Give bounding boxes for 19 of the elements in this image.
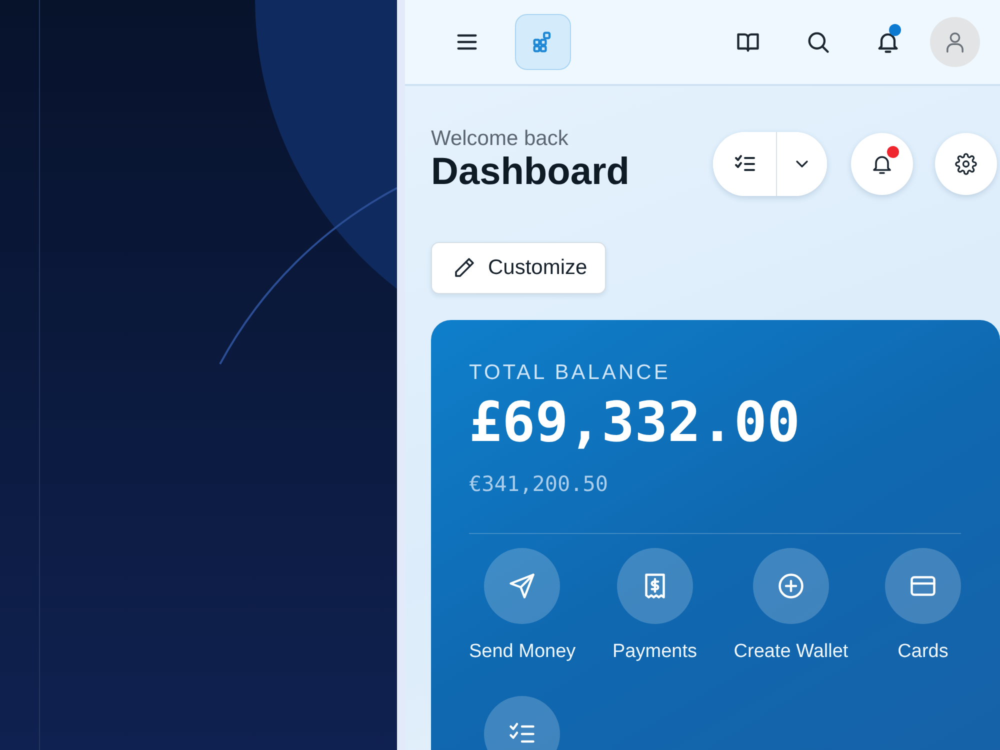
balance-amount: £69,332.00 [469, 389, 802, 456]
pencil-icon [452, 256, 476, 280]
page-title: Dashboard [431, 151, 630, 195]
avatar-button[interactable] [930, 17, 980, 67]
action-label: Send Money [469, 640, 576, 664]
secondary-amount: €341,200.50 [469, 471, 610, 498]
settings-icon [955, 153, 977, 175]
settings-button[interactable] [935, 133, 997, 195]
apps-button[interactable] [515, 14, 571, 70]
paper-plane-icon [507, 570, 538, 601]
customize-button[interactable]: Customize [431, 242, 606, 294]
action-label: Create Wallet [734, 640, 848, 664]
notifications-button[interactable] [851, 133, 913, 195]
greeting-text: Welcome back [431, 126, 570, 152]
action-label: Payments [612, 640, 697, 664]
balance-label: TOTAL BALANCE [469, 360, 672, 386]
tasks-button[interactable] [713, 132, 777, 196]
action-label: Cards [898, 640, 948, 664]
plus-circle-icon [776, 570, 806, 601]
